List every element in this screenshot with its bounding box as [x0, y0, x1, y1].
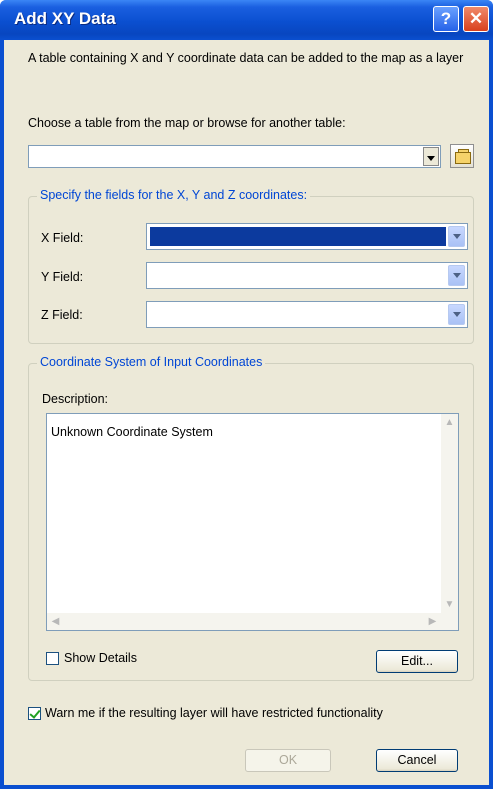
- chevron-down-icon[interactable]: [448, 265, 465, 286]
- edit-button[interactable]: Edit...: [376, 650, 458, 673]
- add-xy-data-dialog: Add XY Data ? ✕ A table containing X and…: [0, 0, 493, 789]
- intro-text: A table containing X and Y coordinate da…: [28, 51, 464, 65]
- chevron-down-icon[interactable]: [448, 304, 465, 325]
- fields-group: Specify the fields for the X, Y and Z co…: [28, 188, 474, 344]
- y-field-label: Y Field:: [41, 270, 84, 284]
- description-label: Description:: [42, 392, 108, 406]
- scroll-down-icon[interactable]: ▼: [441, 596, 458, 613]
- show-details-checkbox[interactable]: [46, 652, 59, 665]
- scroll-left-icon[interactable]: ◀: [47, 613, 64, 630]
- scroll-up-icon[interactable]: ▲: [441, 414, 458, 431]
- table-prompt: Choose a table from the map or browse fo…: [28, 116, 346, 130]
- description-text: Unknown Coordinate System: [51, 425, 213, 439]
- scroll-right-icon[interactable]: ▶: [424, 613, 441, 630]
- cancel-button[interactable]: Cancel: [376, 749, 458, 772]
- z-field-select[interactable]: [146, 301, 468, 328]
- x-field-label: X Field:: [41, 231, 84, 245]
- close-button[interactable]: ✕: [463, 6, 489, 32]
- warn-label[interactable]: Warn me if the resulting layer will have…: [45, 706, 383, 720]
- help-button[interactable]: ?: [433, 6, 459, 32]
- warn-checkbox[interactable]: [28, 707, 41, 720]
- table-select[interactable]: [28, 145, 441, 168]
- description-textbox[interactable]: Unknown Coordinate System ▲ ▼ ◀ ▶: [46, 413, 459, 631]
- y-field-select[interactable]: [146, 262, 468, 289]
- x-field-selection: [150, 227, 446, 246]
- coordinate-group-title: Coordinate System of Input Coordinates: [37, 355, 266, 369]
- chevron-down-icon[interactable]: [423, 147, 439, 166]
- fields-group-title: Specify the fields for the X, Y and Z co…: [37, 188, 311, 202]
- dialog-title: Add XY Data: [14, 9, 116, 28]
- show-details-label[interactable]: Show Details: [64, 651, 137, 665]
- x-field-select[interactable]: [146, 223, 468, 250]
- vertical-scrollbar[interactable]: ▲ ▼: [441, 414, 458, 613]
- chevron-down-icon[interactable]: [448, 226, 465, 247]
- browse-folder-button[interactable]: [450, 144, 474, 168]
- horizontal-scrollbar[interactable]: ◀ ▶: [47, 613, 458, 630]
- ok-button[interactable]: OK: [245, 749, 331, 772]
- z-field-label: Z Field:: [41, 308, 83, 322]
- title-bar[interactable]: Add XY Data ? ✕: [0, 0, 493, 40]
